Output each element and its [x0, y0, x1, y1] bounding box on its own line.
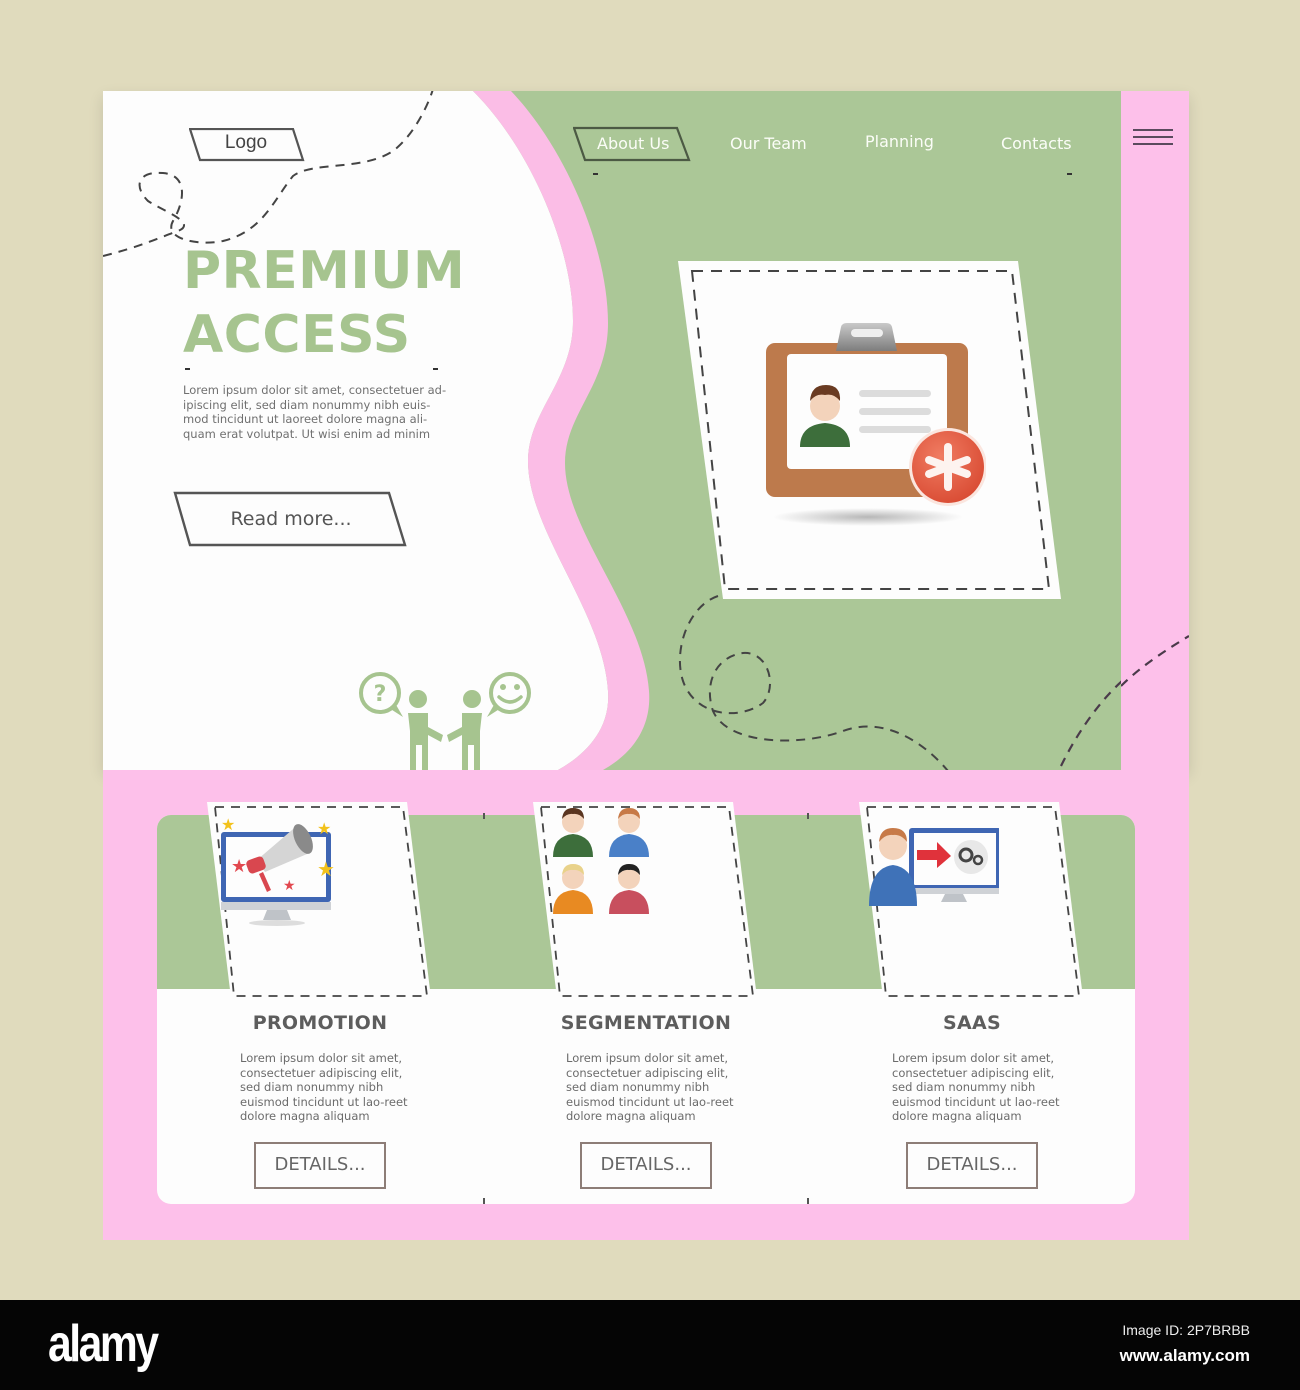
nav-tick-right — [1067, 173, 1072, 175]
hero-description: Lorem ipsum dolor sit amet, consectetuer… — [183, 383, 447, 441]
svg-text:★: ★ — [221, 815, 235, 834]
feature-card-saas: SAAS Lorem ipsum dolor sit amet, consect… — [809, 770, 1135, 1240]
feature-title: PROMOTION — [252, 1012, 388, 1034]
nav-label-our-team: Our Team — [730, 134, 807, 153]
watermark-brand: alamy — [48, 1315, 159, 1373]
features-section: ★ ★ ★ ★ ★ PROMOTION Lorem ipsum dolor si… — [103, 770, 1189, 1240]
landing-page-mockup: Logo About Us Our Team Planning Contacts — [0, 0, 1300, 1300]
feature-tile — [533, 802, 759, 1000]
nav-item-our-team[interactable]: Our Team — [730, 126, 807, 162]
hero-illustration-card — [678, 261, 1063, 601]
hero-section: Logo About Us Our Team Planning Contacts — [103, 91, 1189, 770]
user-group-icon — [553, 808, 649, 914]
nav-tick-left — [593, 173, 598, 175]
details-button[interactable]: DETAILS... — [906, 1142, 1038, 1189]
watermark-image-id: Image ID: 2P7BRBB — [1122, 1322, 1250, 1338]
feature-description: Lorem ipsum dolor sit amet, consectetuer… — [240, 1051, 408, 1124]
svg-text:★: ★ — [231, 856, 247, 877]
feature-card-segmentation: SEGMENTATION Lorem ipsum dolor sit amet,… — [483, 770, 809, 1240]
feature-description: Lorem ipsum dolor sit amet, consectetuer… — [566, 1051, 734, 1124]
details-button[interactable]: DETAILS... — [580, 1142, 712, 1189]
nav-item-about-us[interactable]: About Us — [573, 126, 691, 162]
handshake-dialogue-icon: ? — [359, 672, 531, 770]
feature-title: SAAS — [943, 1012, 1001, 1034]
svg-text:?: ? — [374, 682, 387, 707]
nav-item-contacts[interactable]: Contacts — [1001, 126, 1072, 162]
logo[interactable]: Logo — [189, 128, 305, 162]
feature-description: Lorem ipsum dolor sit amet, consectetuer… — [892, 1051, 1060, 1124]
megaphone-monitor-icon: ★ ★ ★ ★ ★ — [221, 815, 335, 926]
feature-title: SEGMENTATION — [560, 1012, 732, 1034]
nav-label-contacts: Contacts — [1001, 134, 1072, 153]
details-button[interactable]: DETAILS... — [254, 1142, 386, 1189]
svg-text:★: ★ — [317, 819, 331, 838]
nav-label-about-us: About Us — [597, 134, 670, 153]
hamburger-menu-icon[interactable] — [1133, 129, 1175, 149]
dashed-line-right-overlay — [1121, 635, 1189, 687]
nav-item-planning[interactable]: Planning — [865, 124, 934, 160]
watermark-bar: alamy Image ID: 2P7BRBB www.alamy.com — [0, 1300, 1300, 1390]
svg-text:★: ★ — [317, 857, 335, 881]
dashed-loop-bottom — [678, 595, 949, 770]
watermark-url: www.alamy.com — [1119, 1346, 1250, 1365]
svg-text:★: ★ — [283, 878, 296, 894]
id-badge-with-asterisk-icon — [766, 323, 986, 526]
hero-title-line1: PREMIUM — [183, 241, 466, 301]
user-cloud-settings-icon — [869, 828, 999, 906]
feature-card-promotion: ★ ★ ★ ★ ★ PROMOTION Lorem ipsum dolor si… — [157, 770, 483, 1240]
feature-tile — [859, 802, 1085, 1000]
logo-label: Logo — [224, 132, 268, 153]
hero-title: PREMIUM ACCESS — [183, 239, 465, 367]
feature-tile: ★ ★ ★ ★ ★ — [207, 802, 433, 1000]
hero-title-line2: ACCESS — [183, 305, 411, 365]
read-more-label: Read more... — [230, 508, 352, 530]
title-tick-left — [185, 368, 190, 370]
read-more-button[interactable]: Read more... — [173, 491, 409, 547]
nav-label-planning: Planning — [865, 132, 934, 151]
title-tick-right — [433, 368, 438, 370]
